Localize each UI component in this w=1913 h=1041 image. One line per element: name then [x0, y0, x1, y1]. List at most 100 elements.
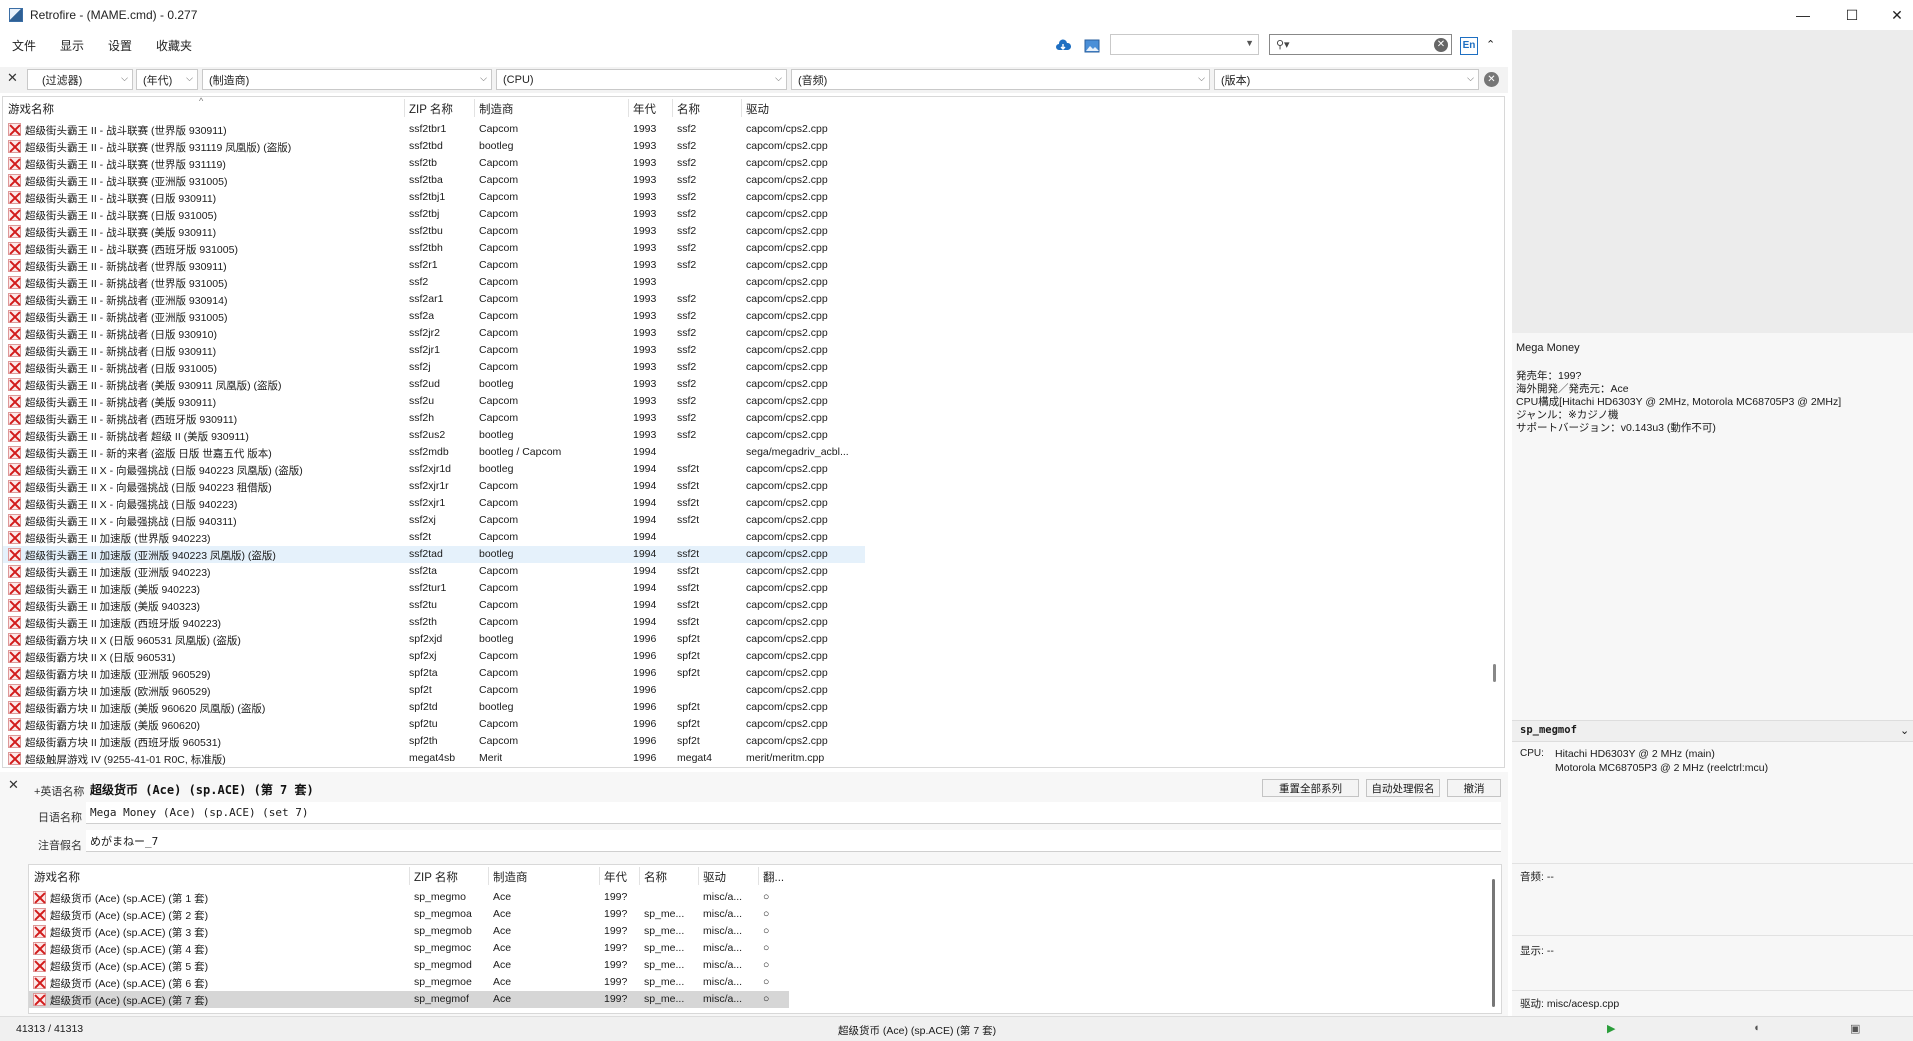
missing-rom-icon [8, 344, 21, 357]
collapse-icon[interactable]: ⌃ [1486, 38, 1495, 51]
scrollbar-thumb[interactable] [1493, 664, 1496, 682]
table-row[interactable]: 超级货币 (Ace) (sp.ACE) (第 7 套) sp_megmof Ace 1… [29, 991, 789, 1008]
language-button[interactable]: En [1460, 37, 1478, 55]
game-list[interactable]: 游戏名称 ZIP 名称 制造商 年代 名称 驱动 超级街头霸王 II - 战斗联赛 (世界… [2, 96, 1505, 768]
column-header[interactable]: 驱动 [703, 869, 726, 885]
close-window-button[interactable]: ✕ [1874, 0, 1913, 30]
english-name-value[interactable]: 超级货币 (Ace) (sp.ACE) (第 7 套) [90, 781, 314, 798]
table-row[interactable]: 超级街头霸王 II - 新挑战者 超级 II (美版 930911) ssf2us… [3, 427, 865, 444]
table-row[interactable]: 超级街头霸王 II - 新挑战者 (亚洲版 930914) ssf2ar1 Capc… [3, 291, 865, 308]
manufacturer-select[interactable]: (制造商) ⌵ [202, 69, 492, 90]
table-row[interactable]: 超级街头霸王 II - 新挑战者 (世界版 930911) ssf2r1 Capco… [3, 257, 865, 274]
column-header[interactable]: 游戏名称 [34, 869, 80, 885]
table-cell: Capcom [479, 293, 519, 305]
table-row[interactable]: 超级货币 (Ace) (sp.ACE) (第 1 套) sp_megmo Ace 19… [29, 889, 789, 906]
column-header[interactable]: 制造商 [479, 101, 514, 117]
filter-select[interactable]: (过滤器) ⌵ [27, 69, 133, 90]
table-row[interactable]: 超级街头霸王 II - 战斗联赛 (亚洲版 931005) ssf2tba Capc… [3, 172, 865, 189]
sound-select[interactable]: (音频) ⌵ [791, 69, 1210, 90]
table-cell: sp_megmo [414, 891, 466, 903]
table-row[interactable]: 超级街霸方块 II 加速版 (美版 960620) spf2tu Capcom 199… [3, 716, 865, 733]
clear-search-icon[interactable]: ✕ [1434, 38, 1448, 52]
table-row[interactable]: 超级街头霸王 II - 战斗联赛 (日版 930911) ssf2tbj1 Capc… [3, 189, 865, 206]
table-row[interactable]: 超级街头霸王 II 加速版 (西班牙版 940223) ssf2th Capcom 1… [3, 614, 865, 631]
table-row[interactable]: 超级街头霸王 II - 新挑战者 (日版 930910) ssf2jr2 Capco… [3, 325, 865, 342]
maximize-button[interactable]: ☐ [1829, 0, 1875, 30]
column-header[interactable]: 游戏名称 [8, 101, 54, 117]
expand-icon[interactable]: ⌄ [1900, 724, 1909, 737]
table-cell: ○ [763, 908, 770, 920]
japanese-name-field[interactable]: Mega Money (Ace) (sp.ACE) (set 7) [86, 802, 1501, 824]
year-select[interactable]: (年代) ⌵ [136, 69, 198, 90]
table-row[interactable]: 超级街霸方块 II X (日版 960531) spf2xj Capcom 1996 s… [3, 648, 865, 665]
column-header[interactable]: 制造商 [493, 869, 528, 885]
table-row[interactable]: 超级街头霸王 II - 新挑战者 (西班牙版 930911) ssf2h Capco… [3, 410, 865, 427]
table-row[interactable]: 超级货币 (Ace) (sp.ACE) (第 6 套) sp_megmoe Ace 1… [29, 974, 789, 991]
table-row[interactable]: 超级街霸方块 II 加速版 (美版 960620 凤凰版) (盗版) spf2td… [3, 699, 865, 716]
table-row[interactable]: 超级街头霸王 II 加速版 (亚洲版 940223) ssf2ta Capcom 19… [3, 563, 865, 580]
table-row[interactable]: 超级街霸方块 II 加速版 (欧洲版 960529) spf2t Capcom 199… [3, 682, 865, 699]
table-row[interactable]: 超级货币 (Ace) (sp.ACE) (第 5 套) sp_megmod Ace 1… [29, 957, 789, 974]
table-row[interactable]: 超级街头霸王 II - 战斗联赛 (日版 931005) ssf2tbj Capco… [3, 206, 865, 223]
table-row[interactable]: 超级街头霸王 II X - 向最强挑战 (日版 940311) ssf2xj Cap… [3, 512, 865, 529]
menu-settings[interactable]: 设置 [96, 37, 144, 54]
table-row[interactable]: 超级街头霸王 II - 新挑战者 (美版 930911 凤凰版) (盗版) ssf… [3, 376, 865, 393]
table-row[interactable]: 超级街霸方块 II 加速版 (西班牙版 960531) spf2th Capcom 1… [3, 733, 865, 750]
table-row[interactable]: 超级街霸方块 II X (日版 960531 凤凰版) (盗版) spf2xjd b… [3, 631, 865, 648]
phonetic-name-field[interactable]: めがまねー_7 [86, 830, 1501, 852]
close-detail-icon[interactable]: ✕ [8, 777, 19, 793]
column-header[interactable]: ZIP 名称 [409, 101, 453, 117]
table-row[interactable]: 超级货币 (Ace) (sp.ACE) (第 4 套) sp_megmoc Ace 1… [29, 940, 789, 957]
table-row[interactable]: 超级街头霸王 II - 新挑战者 (美版 930911) ssf2u Capcom 1… [3, 393, 865, 410]
column-header[interactable]: ZIP 名称 [414, 869, 458, 885]
column-header[interactable]: 驱动 [746, 101, 769, 117]
table-row[interactable]: 超级街霸方块 II 加速版 (亚洲版 960529) spf2ta Capcom 19… [3, 665, 865, 682]
menu-file[interactable]: 文件 [0, 37, 48, 54]
auto-kana-button[interactable]: 自动处理假名 [1366, 779, 1440, 797]
table-row[interactable]: 超级触屏游戏 IV (9255-41-01 R0C, 标准版) megat4sb M… [3, 750, 865, 767]
table-row[interactable]: 超级街头霸王 II X - 向最强挑战 (日版 940223) ssf2xjr1 C… [3, 495, 865, 512]
column-header[interactable]: 名称 [644, 869, 667, 885]
search-input[interactable]: ⚲▾ ✕ [1269, 34, 1452, 55]
table-row[interactable]: 超级街头霸王 II - 战斗联赛 (世界版 931119) ssf2tb Capco… [3, 155, 865, 172]
table-row[interactable]: 超级街头霸王 II - 战斗联赛 (西班牙版 931005) ssf2tbh Cap… [3, 240, 865, 257]
series-name-cell: 超级货币 (Ace) (sp.ACE) (第 7 套) [50, 995, 209, 1007]
column-header[interactable]: 翻... [763, 869, 784, 885]
series-scrollbar[interactable] [1492, 879, 1495, 1007]
table-row[interactable]: 超级街头霸王 II - 新挑战者 (日版 931005) ssf2j Capcom 1… [3, 359, 865, 376]
column-header[interactable]: 名称 [677, 101, 700, 117]
table-row[interactable]: 超级街头霸王 II 加速版 (世界版 940223) ssf2t Capcom 199… [3, 529, 865, 546]
table-row[interactable]: 超级货币 (Ace) (sp.ACE) (第 2 套) sp_megmoa Ace 1… [29, 906, 789, 923]
menu-favorites[interactable]: 收藏夹 [144, 37, 204, 54]
minimize-button[interactable]: — [1780, 0, 1826, 30]
menu-view[interactable]: 显示 [48, 37, 96, 54]
table-row[interactable]: 超级货币 (Ace) (sp.ACE) (第 3 套) sp_megmob Ace 1… [29, 923, 789, 940]
table-cell: capcom/cps2.cpp [746, 191, 828, 203]
reset-series-button[interactable]: 重置全部系列 [1262, 779, 1359, 797]
table-row[interactable]: 超级街头霸王 II - 新的来者 (盗版 日版 世嘉五代 版本) ssf2mdb b… [3, 444, 865, 461]
table-row[interactable]: 超级街头霸王 II - 新挑战者 (世界版 931005) ssf2 Capcom 1… [3, 274, 865, 291]
close-filter-icon[interactable]: ✕ [7, 70, 18, 86]
table-row[interactable]: 超级街头霸王 II X - 向最强挑战 (日版 940223 租借版) ssf2x… [3, 478, 865, 495]
table-row[interactable]: 超级街头霸王 II 加速版 (美版 940223) ssf2tur1 Capcom 1… [3, 580, 865, 597]
cpu-select[interactable]: (CPU) ⌵ [496, 69, 787, 90]
table-row[interactable]: 超级街头霸王 II 加速版 (亚洲版 940223 凤凰版) (盗版) ssf2t… [3, 546, 865, 563]
table-row[interactable]: 超级街头霸王 II - 战斗联赛 (美版 930911) ssf2tbu Capco… [3, 223, 865, 240]
table-row[interactable]: 超级街头霸王 II X - 向最强挑战 (日版 940223 凤凰版) (盗版)… [3, 461, 865, 478]
cloud-download-icon[interactable] [1054, 37, 1072, 55]
table-cell: capcom/cps2.cpp [746, 650, 828, 662]
clear-filters-icon[interactable]: ✕ [1484, 72, 1499, 87]
table-row[interactable]: 超级街头霸王 II - 新挑战者 (亚洲版 931005) ssf2a Capcom… [3, 308, 865, 325]
table-row[interactable]: 超级街头霸王 II - 战斗联赛 (世界版 931119 凤凰版) (盗版) ss… [3, 138, 865, 155]
version-select[interactable]: (版本) ⌵ [1214, 69, 1479, 90]
toolbar-dropdown[interactable]: ▼ [1110, 34, 1259, 55]
table-cell: spf2xj [409, 650, 437, 662]
undo-button[interactable]: 撤消 [1447, 779, 1501, 797]
column-header[interactable]: 年代 [604, 869, 627, 885]
column-header[interactable]: 年代 [633, 101, 656, 117]
table-row[interactable]: 超级街头霸王 II - 战斗联赛 (世界版 930911) ssf2tbr1 Cap… [3, 121, 865, 138]
series-list[interactable]: 游戏名称 ZIP 名称 制造商 年代 名称 驱动 翻... 超级货币 (Ace) (sp.A… [28, 864, 1502, 1014]
table-row[interactable]: 超级街头霸王 II - 新挑战者 (日版 930911) ssf2jr1 Capco… [3, 342, 865, 359]
image-icon[interactable] [1083, 37, 1101, 55]
table-row[interactable]: 超级街头霸王 II 加速版 (美版 940323) ssf2tu Capcom 199… [3, 597, 865, 614]
